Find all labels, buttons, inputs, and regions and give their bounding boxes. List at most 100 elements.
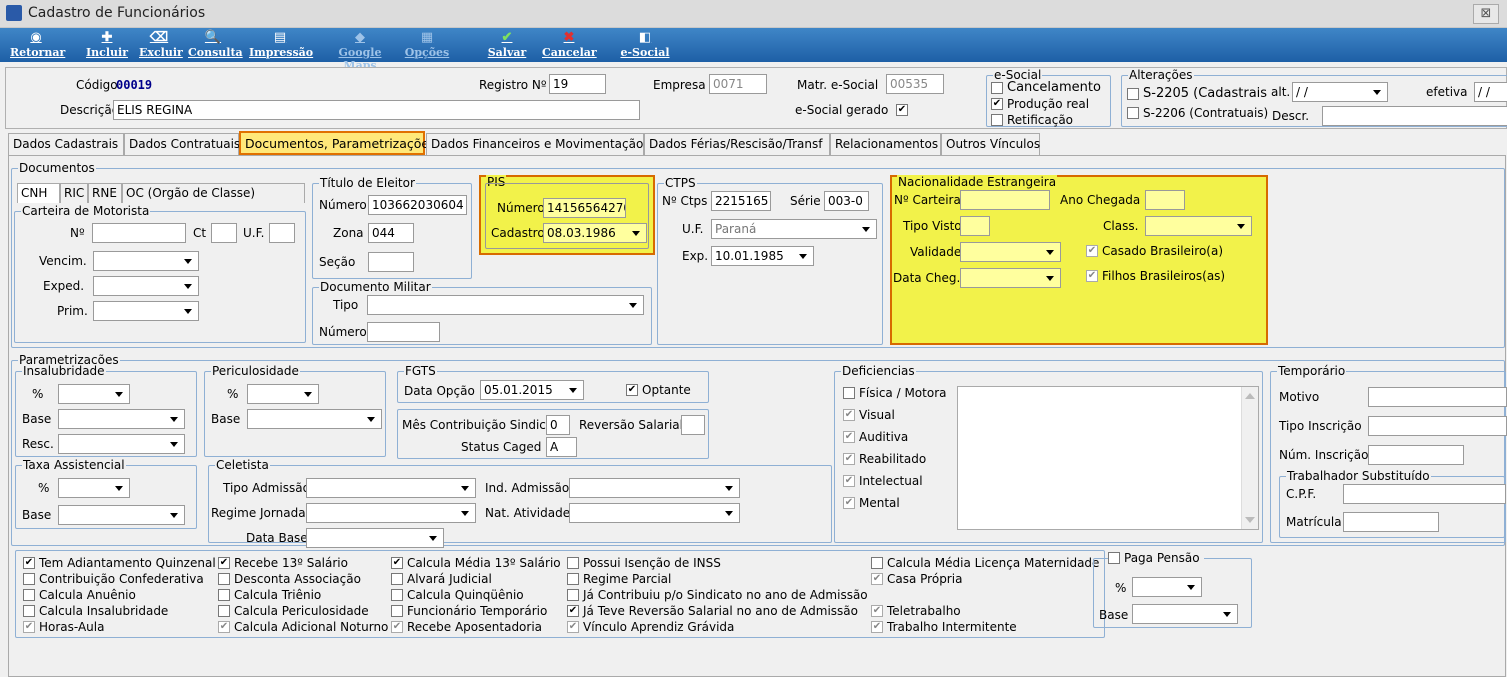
descr-input[interactable] bbox=[1322, 106, 1507, 126]
zona-input[interactable]: 044 bbox=[368, 223, 414, 243]
reversao-salarial-input[interactable] bbox=[681, 415, 705, 435]
excluir-button[interactable]: ⌫ Excluir bbox=[139, 30, 183, 59]
cancelar-button[interactable]: ✖ Cancelar bbox=[542, 30, 597, 59]
empresa-input[interactable]: 0071 bbox=[709, 74, 767, 94]
serie-input[interactable]: 003-0 bbox=[824, 191, 869, 211]
secao-input[interactable] bbox=[368, 252, 414, 272]
insal-base-select[interactable] bbox=[58, 409, 185, 429]
optante-checkbox[interactable]: ✔ Optante bbox=[626, 383, 691, 397]
s2206-checkbox[interactable]: S-2206 (Contratuais) bbox=[1127, 106, 1268, 120]
tipo-inscricao-input[interactable] bbox=[1368, 416, 1507, 436]
militar-tipo-select[interactable] bbox=[367, 295, 644, 315]
intelectual-checkbox[interactable]: ✔ Intelectual bbox=[843, 474, 923, 488]
pensao-base-select[interactable] bbox=[1132, 604, 1238, 624]
militar-numero-input[interactable] bbox=[367, 322, 440, 342]
tab-outros-vinculos[interactable]: Outros Vínculos bbox=[941, 133, 1040, 155]
validade-select[interactable] bbox=[960, 242, 1061, 262]
tab-dados-cadastrais[interactable]: Dados Cadastrais bbox=[8, 133, 124, 155]
fisica-motora-checkbox[interactable]: Física / Motora bbox=[843, 386, 946, 400]
tab-documentos-parametrizacoes[interactable]: Documentos, Parametrizações bbox=[239, 131, 436, 155]
mental-checkbox[interactable]: ✔ Mental bbox=[843, 496, 900, 510]
calcula-insalubridade-checkbox[interactable]: Calcula Insalubridade bbox=[23, 604, 168, 618]
tem-adiantamento-checkbox[interactable]: ✔ Tem Adiantamento Quinzenal bbox=[23, 556, 216, 570]
opcoes-button[interactable]: ▦ Opções bbox=[402, 30, 452, 59]
ind-admissao-select[interactable] bbox=[569, 478, 740, 498]
auditiva-checkbox[interactable]: ✔ Auditiva bbox=[843, 430, 908, 444]
cnh-uf-input[interactable] bbox=[269, 223, 295, 243]
close-icon[interactable]: ⊠ bbox=[1473, 4, 1499, 24]
data-base-select[interactable] bbox=[306, 528, 444, 548]
prim-select[interactable] bbox=[93, 301, 199, 321]
casa-propria-checkbox[interactable]: ✔ Casa Própria bbox=[871, 572, 962, 586]
reabilitado-checkbox[interactable]: ✔ Reabilitado bbox=[843, 452, 926, 466]
ano-chegada-input[interactable] bbox=[1145, 190, 1185, 210]
ct-input[interactable] bbox=[211, 223, 237, 243]
nat-atividade-select[interactable] bbox=[569, 503, 740, 523]
calcula-anuenio-checkbox[interactable]: Calcula Anuênio bbox=[23, 588, 136, 602]
esocial-button[interactable]: ◧ e-Social bbox=[617, 30, 673, 59]
status-caged-input[interactable]: A bbox=[546, 437, 577, 457]
titulo-numero-input[interactable]: 103662030604 bbox=[368, 195, 467, 215]
media-licenca-maternidade-checkbox[interactable]: Calcula Média Licença Maternidade bbox=[871, 556, 1099, 570]
retificacao-checkbox[interactable]: Retificação bbox=[991, 113, 1073, 127]
ctps-uf-select[interactable]: Paraná bbox=[711, 219, 877, 239]
taxa-base-select[interactable] bbox=[58, 505, 185, 525]
matr-esocial-input[interactable]: 00535 bbox=[886, 74, 944, 94]
exped-select[interactable] bbox=[93, 276, 199, 296]
scroll-up-icon[interactable] bbox=[1245, 393, 1255, 399]
filhos-brasileiros-checkbox[interactable]: ✔ Filhos Brasileiros(as) bbox=[1086, 269, 1225, 283]
mes-contribuicao-input[interactable]: 0 bbox=[546, 415, 570, 435]
google-maps-button[interactable]: ◆ Google Maps bbox=[323, 30, 397, 72]
regime-jornada-select[interactable] bbox=[306, 503, 476, 523]
taxa-pct-select[interactable] bbox=[58, 478, 130, 498]
data-opcao-select[interactable]: 05.01.2015 bbox=[480, 380, 584, 400]
recebe-13-checkbox[interactable]: ✔ Recebe 13º Salário bbox=[218, 556, 348, 570]
ctps-num-input[interactable]: 2215165 bbox=[711, 191, 771, 211]
ja-teve-reversao-checkbox[interactable]: ✔ Já Teve Reversão Salarial no ano de Adm… bbox=[567, 604, 858, 618]
desconta-associacao-checkbox[interactable]: Desconta Associação bbox=[218, 572, 361, 586]
efetiva-date-input[interactable]: / / bbox=[1474, 82, 1507, 102]
textarea-scrollbar[interactable] bbox=[1241, 387, 1258, 529]
peric-base-select[interactable] bbox=[247, 409, 382, 429]
funcionario-temporario-checkbox[interactable]: Funcionário Temporário bbox=[391, 604, 547, 618]
tab-dados-contratuais[interactable]: Dados Contratuais bbox=[124, 133, 240, 155]
tab-dados-financeiros[interactable]: Dados Financeiros e Movimentação bbox=[426, 133, 644, 155]
insal-resc-select[interactable] bbox=[58, 434, 185, 454]
matricula-input[interactable] bbox=[1343, 512, 1439, 532]
subtab-rne[interactable]: RNE bbox=[88, 183, 122, 203]
tab-dados-ferias[interactable]: Dados Férias/Rescisão/Transf bbox=[644, 133, 830, 155]
salvar-button[interactable]: ✔ Salvar bbox=[486, 30, 528, 59]
nac-carteira-input[interactable] bbox=[960, 190, 1050, 210]
regime-parcial-checkbox[interactable]: Regime Parcial bbox=[567, 572, 671, 586]
trabalho-intermitente-checkbox[interactable]: ✔ Trabalho Intermitente bbox=[871, 620, 1017, 634]
recebe-aposentadoria-checkbox[interactable]: ✔ Recebe Aposentadoria bbox=[391, 620, 542, 634]
registro-input[interactable]: 19 bbox=[549, 74, 606, 94]
teletrabalho-checkbox[interactable]: ✔ Teletrabalho bbox=[871, 604, 961, 618]
visual-checkbox[interactable]: ✔ Visual bbox=[843, 408, 895, 422]
consulta-button[interactable]: 🔍 Consulta bbox=[188, 30, 243, 59]
contribuicao-confederativa-checkbox[interactable]: Contribuição Confederativa bbox=[23, 572, 204, 586]
class-select[interactable] bbox=[1145, 216, 1252, 236]
data-cheg-select[interactable] bbox=[960, 268, 1061, 288]
calcula-trienio-checkbox[interactable]: Calcula Triênio bbox=[218, 588, 321, 602]
s2205-checkbox[interactable]: S-2205 (Cadastrais bbox=[1127, 87, 1267, 101]
insal-pct-select[interactable] bbox=[58, 384, 130, 404]
cancelamento-checkbox[interactable]: Cancelamento bbox=[991, 81, 1101, 95]
isencao-inss-checkbox[interactable]: Possui Isenção de INSS bbox=[567, 556, 721, 570]
descricao-input[interactable]: ELIS REGINA bbox=[113, 100, 640, 120]
pis-numero-input[interactable]: 14156564270 bbox=[543, 198, 626, 218]
subtab-oc[interactable]: OC (Orgão de Classe) bbox=[122, 183, 305, 203]
deficiencias-textarea[interactable] bbox=[957, 386, 1259, 530]
vinculo-aprendiz-checkbox[interactable]: ✔ Vínculo Aprendiz Grávida bbox=[567, 620, 734, 634]
tipo-admissao-select[interactable] bbox=[306, 478, 476, 498]
vencim-select[interactable] bbox=[93, 251, 199, 271]
tab-relacionamentos[interactable]: Relacionamentos bbox=[830, 133, 941, 155]
ctps-exp-select[interactable]: 10.01.1985 bbox=[711, 246, 814, 266]
calcula-periculosidade-checkbox[interactable]: Calcula Periculosidade bbox=[218, 604, 369, 618]
alvara-judicial-checkbox[interactable]: Alvará Judicial bbox=[391, 572, 492, 586]
adicional-noturno-checkbox[interactable]: ✔ Calcula Adicional Noturno bbox=[218, 620, 388, 634]
cpf-input[interactable] bbox=[1343, 484, 1506, 504]
calcula-quinquenio-checkbox[interactable]: Calcula Quinqüênio bbox=[391, 588, 524, 602]
subtab-cnh[interactable]: CNH bbox=[17, 183, 60, 203]
retornar-button[interactable]: ◉ Retornar bbox=[10, 30, 65, 59]
